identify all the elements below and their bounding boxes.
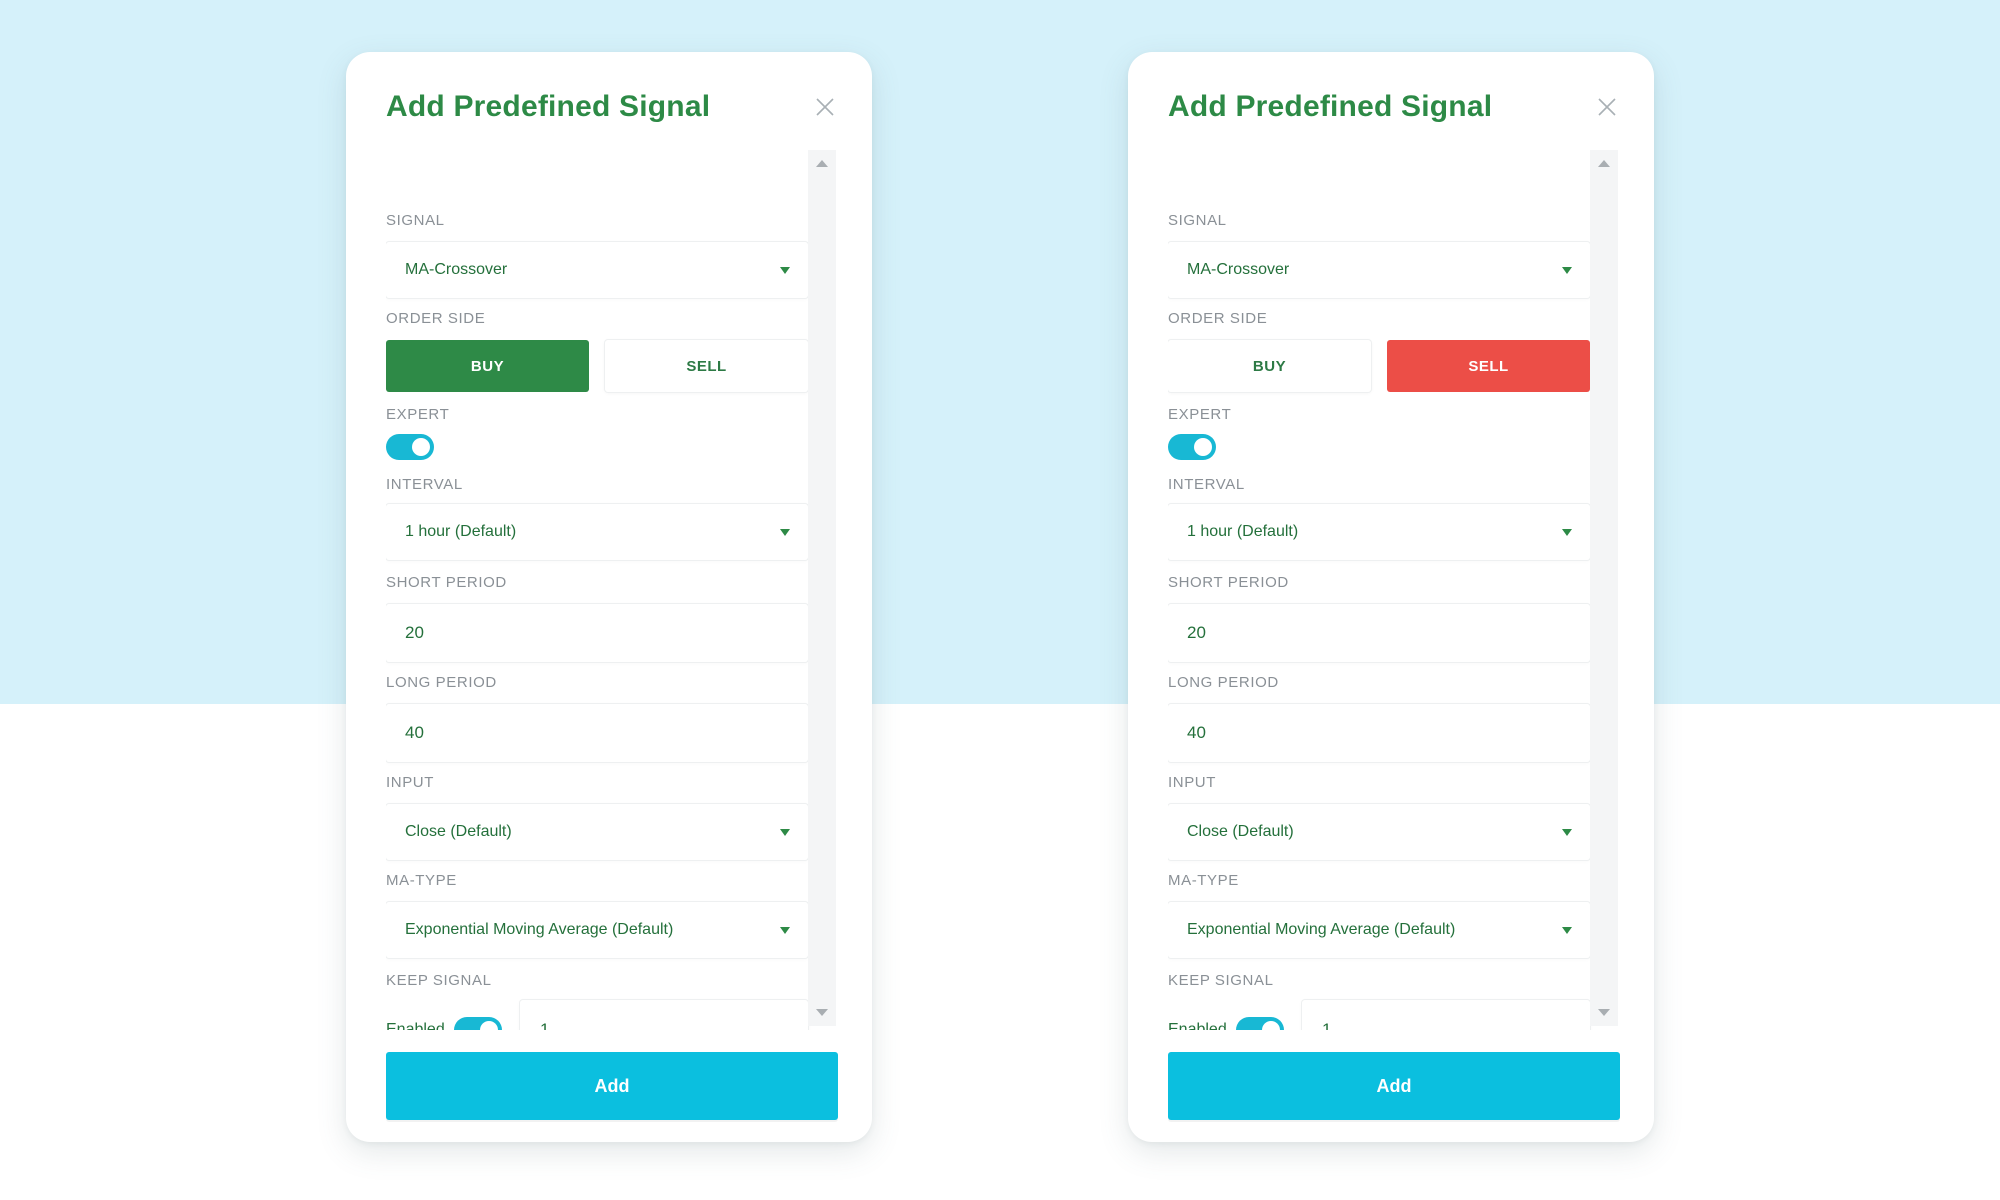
ma-type-value: Exponential Moving Average (Default): [405, 921, 674, 938]
chevron-down-icon: [780, 829, 790, 836]
order-side-toggle: BUY SELL: [1168, 340, 1590, 392]
keep-signal-row: Enabled 1: [386, 1000, 808, 1030]
short-period-input[interactable]: 20: [386, 604, 808, 662]
chevron-down-icon: [1562, 529, 1572, 536]
order-side-toggle: BUY SELL: [386, 340, 808, 392]
expert-toggle[interactable]: [386, 434, 434, 460]
long-period-input[interactable]: 40: [386, 704, 808, 762]
signal-label: SIGNAL: [386, 212, 445, 229]
chevron-down-icon: [780, 927, 790, 934]
interval-label: INTERVAL: [1168, 476, 1245, 493]
keep-signal-toggle[interactable]: [454, 1017, 502, 1030]
add-button[interactable]: Add: [1168, 1052, 1620, 1120]
chevron-down-icon: [1562, 927, 1572, 934]
expert-toggle[interactable]: [1168, 434, 1216, 460]
interval-value: 1 hour (Default): [405, 523, 517, 540]
scroll-up-icon[interactable]: [816, 160, 828, 167]
form-scroll-area[interactable]: SIGNAL MA-Crossover ORDER SIDE BUY SELL …: [386, 150, 812, 1030]
expert-label: EXPERT: [1168, 406, 1232, 423]
close-icon[interactable]: [1596, 96, 1618, 118]
ma-type-select[interactable]: Exponential Moving Average (Default): [386, 902, 808, 958]
input-label: INPUT: [386, 774, 434, 791]
buy-button[interactable]: BUY: [386, 340, 589, 392]
dialog-title: Add Predefined Signal: [1168, 90, 1493, 123]
ma-type-value: Exponential Moving Average (Default): [1187, 921, 1456, 938]
signal-select[interactable]: MA-Crossover: [1168, 242, 1590, 298]
signal-label: SIGNAL: [1168, 212, 1227, 229]
toggle-knob: [412, 438, 430, 456]
input-label: INPUT: [1168, 774, 1216, 791]
sell-button[interactable]: SELL: [605, 340, 808, 392]
short-period-input[interactable]: 20: [1168, 604, 1590, 662]
keep-signal-label: KEEP SIGNAL: [1168, 972, 1274, 989]
signal-value: MA-Crossover: [405, 261, 508, 278]
buy-button[interactable]: BUY: [1168, 340, 1371, 392]
sell-button[interactable]: SELL: [1387, 340, 1590, 392]
signal-value: MA-Crossover: [1187, 261, 1290, 278]
form-scroll-area[interactable]: SIGNAL MA-Crossover ORDER SIDE BUY SELL …: [1168, 150, 1594, 1030]
keep-signal-value: 1: [540, 1020, 550, 1030]
short-period-value: 20: [1187, 623, 1206, 642]
input-value: Close (Default): [405, 823, 512, 840]
long-period-input[interactable]: 40: [1168, 704, 1590, 762]
add-button[interactable]: Add: [386, 1052, 838, 1120]
ma-type-select[interactable]: Exponential Moving Average (Default): [1168, 902, 1590, 958]
keep-signal-input[interactable]: 1: [520, 1000, 808, 1030]
keep-signal-toggle[interactable]: [1236, 1017, 1284, 1030]
chevron-down-icon: [1562, 829, 1572, 836]
interval-select[interactable]: 1 hour (Default): [386, 504, 808, 560]
interval-select[interactable]: 1 hour (Default): [1168, 504, 1590, 560]
add-signal-dialog-buy: Add Predefined Signal SIGNAL MA-Crossove…: [346, 52, 872, 1142]
input-select[interactable]: Close (Default): [386, 804, 808, 860]
expert-label: EXPERT: [386, 406, 450, 423]
dialog-title: Add Predefined Signal: [386, 90, 711, 123]
input-value: Close (Default): [1187, 823, 1294, 840]
short-period-label: SHORT PERIOD: [1168, 574, 1289, 591]
short-period-value: 20: [405, 623, 424, 642]
toggle-knob: [1262, 1021, 1280, 1030]
signal-select[interactable]: MA-Crossover: [386, 242, 808, 298]
scroll-up-icon[interactable]: [1598, 160, 1610, 167]
close-icon[interactable]: [814, 96, 836, 118]
order-side-label: ORDER SIDE: [386, 310, 486, 327]
toggle-knob: [1194, 438, 1212, 456]
long-period-value: 40: [1187, 723, 1206, 742]
keep-signal-enabled-label: Enabled: [386, 1021, 445, 1030]
scroll-down-icon[interactable]: [816, 1009, 828, 1016]
ma-type-label: MA-TYPE: [1168, 872, 1239, 889]
scrollbar[interactable]: [1590, 150, 1618, 1026]
long-period-label: LONG PERIOD: [386, 674, 497, 691]
keep-signal-label: KEEP SIGNAL: [386, 972, 492, 989]
chevron-down-icon: [780, 267, 790, 274]
ma-type-label: MA-TYPE: [386, 872, 457, 889]
order-side-label: ORDER SIDE: [1168, 310, 1268, 327]
chevron-down-icon: [780, 529, 790, 536]
long-period-value: 40: [405, 723, 424, 742]
toggle-knob: [480, 1021, 498, 1030]
keep-signal-input[interactable]: 1: [1302, 1000, 1590, 1030]
scrollbar[interactable]: [808, 150, 836, 1026]
interval-label: INTERVAL: [386, 476, 463, 493]
scroll-down-icon[interactable]: [1598, 1009, 1610, 1016]
keep-signal-value: 1: [1322, 1020, 1332, 1030]
keep-signal-row: Enabled 1: [1168, 1000, 1590, 1030]
interval-value: 1 hour (Default): [1187, 523, 1299, 540]
add-signal-dialog-sell: Add Predefined Signal SIGNAL MA-Crossove…: [1128, 52, 1654, 1142]
chevron-down-icon: [1562, 267, 1572, 274]
input-select[interactable]: Close (Default): [1168, 804, 1590, 860]
keep-signal-enabled-label: Enabled: [1168, 1021, 1227, 1030]
long-period-label: LONG PERIOD: [1168, 674, 1279, 691]
short-period-label: SHORT PERIOD: [386, 574, 507, 591]
